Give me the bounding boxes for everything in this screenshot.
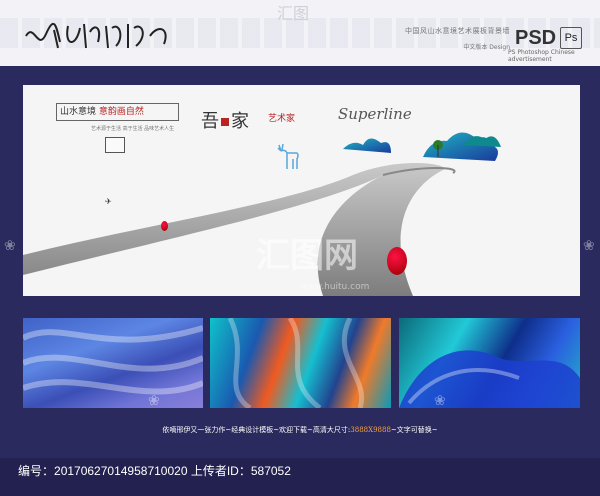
title-box: 山水意境 意韵画自然 — [56, 103, 179, 121]
red-figure-small — [161, 221, 168, 231]
title-box-accent: 意韵画自然 — [98, 107, 144, 117]
code-row: 编号：20170627014958710020 上传者ID：587052 — [18, 462, 291, 479]
flower-icon: ❀ — [4, 238, 16, 254]
footer-caption: 依嘀邢伊又一张力作~经典设计模板~欢迎下载~高清大尺寸:3888X9888~文字… — [0, 425, 600, 435]
top-banner: 汇图 中国风山水意境艺术展板背景墙 中文版本 Design PSD Ps PS … — [0, 0, 600, 66]
code-label: 编号： — [18, 464, 55, 478]
uploader-label: 上传者ID： — [190, 464, 251, 478]
code-value: 20170627014958710020 — [54, 464, 188, 478]
format-caption: PS Photoshop Chinese advertisement — [508, 49, 575, 63]
uploader-value: 587052 — [250, 464, 291, 478]
title-box-text: 山水意境 — [60, 107, 97, 117]
thumbnail-strip — [23, 318, 580, 408]
wu-jia-title: 吾家 — [201, 107, 249, 133]
flower-icon: ❀ — [583, 238, 595, 254]
jia-char: 家 — [231, 111, 249, 132]
thumbnail-blue-waves — [23, 318, 203, 408]
meta-line-2: 中文版本 Design — [463, 44, 510, 51]
wu-char: 吾 — [201, 111, 219, 132]
thumbnail-blue-mountain — [399, 318, 580, 408]
superline-text: Superline — [338, 105, 412, 123]
frame-icon — [105, 137, 125, 153]
photoshop-icon: Ps — [560, 27, 582, 49]
seal-icon — [221, 118, 229, 126]
deer-icon — [277, 143, 299, 169]
watermark-text: 汇图 — [277, 4, 310, 23]
flower-icon: ❀ — [148, 393, 160, 409]
red-figure-large — [387, 247, 407, 275]
meta-line-1: 中国风山水意境艺术展板背景墙 — [405, 27, 510, 35]
bird-icon: ✈ — [105, 197, 112, 206]
caption-prefix: 依嘀邢伊又一张力作~经典设计模板~欢迎下载~高清大尺寸: — [162, 426, 351, 434]
thumbnail-orange-teal — [210, 318, 391, 408]
tagline: 艺术源于生活 高于生活 品味艺术人生 — [91, 126, 175, 132]
format-label: PSD — [515, 27, 557, 49]
watermark-site: www.huitu.com — [300, 282, 370, 292]
signature-logo — [25, 22, 167, 49]
caption-size: 3888X9888 — [350, 426, 391, 434]
artist-label: 艺术家 — [268, 114, 296, 124]
caption-suffix: ~文字可替换~ — [390, 426, 438, 434]
flower-icon: ❀ — [434, 393, 446, 409]
watermark-logo: 汇图网 — [256, 236, 358, 276]
